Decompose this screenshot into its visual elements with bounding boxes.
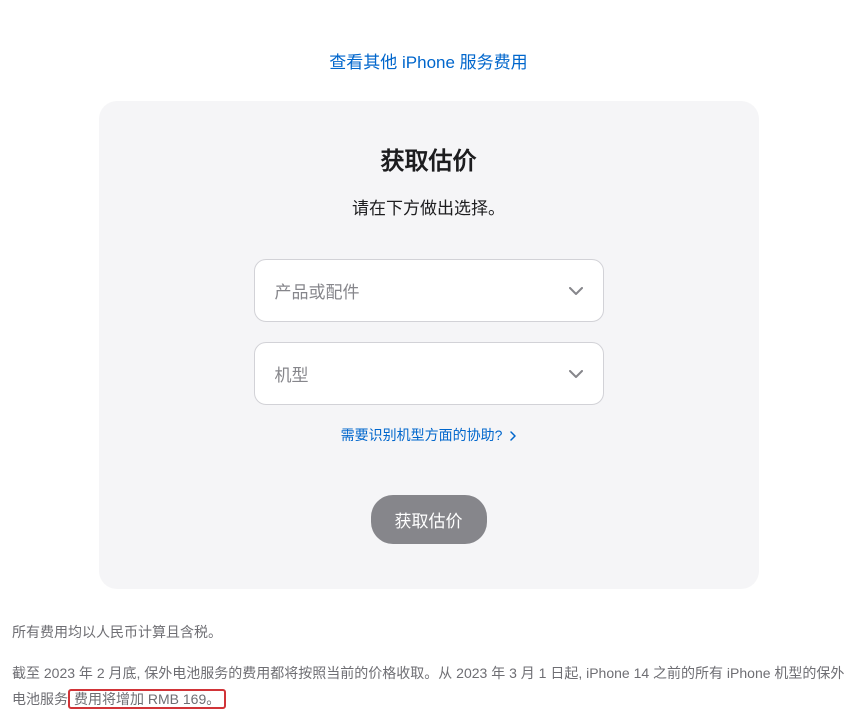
chevron-right-icon (510, 428, 516, 444)
get-estimate-button[interactable]: 获取估价 (371, 495, 487, 544)
product-select[interactable]: 产品或配件 (254, 259, 604, 322)
model-select-label: 机型 (275, 361, 309, 386)
chevron-down-icon (569, 365, 583, 383)
card-title: 获取估价 (139, 141, 719, 176)
price-increase-highlight: 费用将增加 RMB 169。 (68, 689, 226, 709)
product-select-label: 产品或配件 (275, 278, 360, 303)
other-services-link[interactable]: 查看其他 iPhone 服务费用 (329, 53, 527, 72)
footer-text: 所有费用均以人民币计算且含税。 截至 2023 年 2 月底, 保外电池服务的费… (10, 619, 847, 713)
card-subtitle: 请在下方做出选择。 (139, 194, 719, 219)
identify-model-help-link[interactable]: 需要识别机型方面的协助? (341, 427, 517, 443)
help-link-container: 需要识别机型方面的协助? (139, 425, 719, 445)
footer-line-2: 截至 2023 年 2 月底, 保外电池服务的费用都将按照当前的价格收取。从 2… (12, 660, 845, 713)
chevron-down-icon (569, 282, 583, 300)
footer-line-1: 所有费用均以人民币计算且含税。 (12, 619, 845, 646)
help-link-text: 需要识别机型方面的协助? (341, 427, 503, 443)
estimate-card: 获取估价 请在下方做出选择。 产品或配件 机型 需要识别机型方面的协助? (99, 101, 759, 589)
model-select[interactable]: 机型 (254, 342, 604, 405)
top-link-container: 查看其他 iPhone 服务费用 (10, 10, 847, 101)
